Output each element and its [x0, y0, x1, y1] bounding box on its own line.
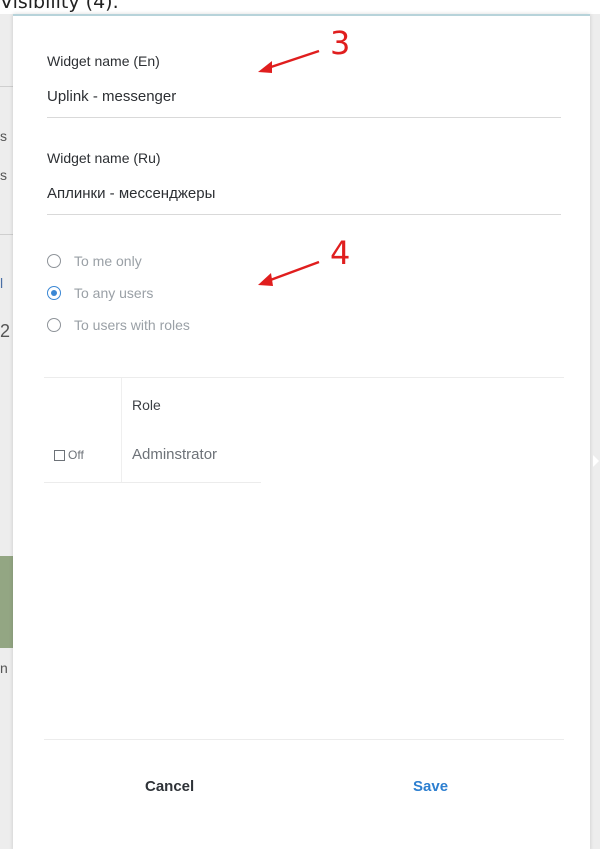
background-text-fragment: 2 [0, 321, 11, 341]
radio-button-checked-icon[interactable] [47, 286, 61, 300]
save-button[interactable]: Save [413, 778, 448, 795]
role-toggle-administrator[interactable]: Off [54, 448, 84, 462]
visibility-option-users-with-roles[interactable]: To users with roles [47, 314, 190, 336]
widget-name-ru-input[interactable]: Аплинки - мессенджеры [47, 185, 215, 202]
widget-name-ru-field[interactable]: Widget name (Ru) Аплинки - мессенджеры [47, 143, 561, 215]
annotation-number-3: 3 [330, 24, 351, 62]
visibility-option-label: To any users [74, 285, 154, 301]
widget-name-en-label: Widget name (En) [47, 53, 160, 69]
roles-table-bottom-border [44, 482, 261, 483]
annotation-arrow-4-icon [258, 260, 320, 286]
background-chevron-right-icon [593, 455, 599, 467]
annotation-number-4: 4 [330, 234, 351, 272]
radio-button-icon[interactable] [47, 318, 61, 332]
dialog-footer-divider [44, 739, 564, 740]
background-app-right [590, 14, 600, 849]
radio-button-icon[interactable] [47, 254, 61, 268]
visibility-option-any-users[interactable]: To any users [47, 282, 153, 304]
checkbox-icon[interactable] [54, 449, 65, 461]
roles-table-top-border [44, 377, 564, 378]
widget-settings-dialog: Widget name (En) Uplink - messenger Widg… [13, 14, 590, 849]
background-green-block [0, 556, 13, 648]
background-divider [0, 86, 13, 87]
visibility-option-label: To me only [74, 253, 142, 269]
cancel-button[interactable]: Cancel [145, 778, 194, 795]
background-divider [0, 234, 13, 235]
visibility-option-me-only[interactable]: To me only [47, 250, 142, 272]
caption-text: Visibility (4). [0, 0, 119, 13]
background-text-fragment: s [0, 167, 7, 183]
background-text-fragment: s [0, 128, 7, 144]
annotation-arrow-3-icon [258, 49, 320, 73]
roles-table-column-divider [121, 378, 122, 482]
table-row-role-name: Adminstrator [132, 446, 218, 463]
roles-table-header-role: Role [132, 397, 161, 413]
background-text-fragment: l [0, 275, 4, 291]
screenshot-page: Visibility (4). s s l 2 n Widget name (E… [0, 0, 600, 849]
widget-name-en-input[interactable]: Uplink - messenger [47, 88, 176, 105]
background-text-fragment: n [0, 660, 8, 676]
visibility-option-label: To users with roles [74, 317, 190, 333]
role-toggle-label: Off [68, 448, 84, 462]
widget-name-ru-label: Widget name (Ru) [47, 150, 161, 166]
